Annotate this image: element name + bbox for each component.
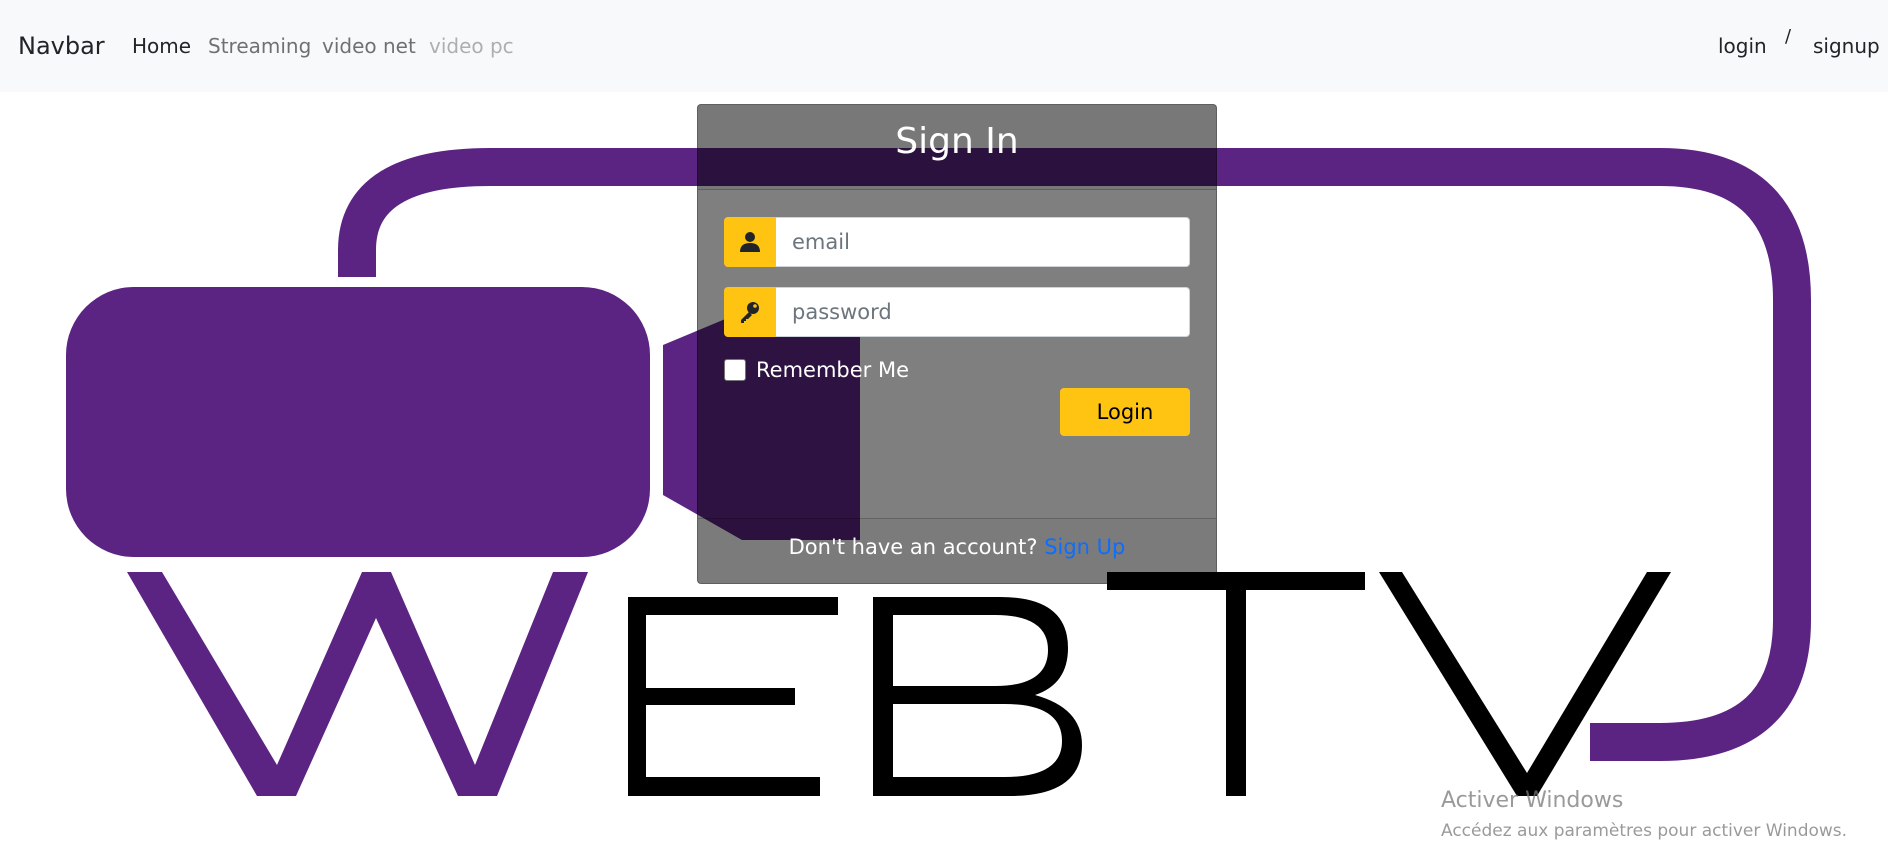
signin-title: Sign In xyxy=(698,105,1216,190)
logo-letter-w xyxy=(127,572,588,796)
signin-card: Sign In Remember Me Login Don't have an … xyxy=(697,104,1217,584)
key-icon xyxy=(724,287,776,337)
nav-link-video-net[interactable]: video net xyxy=(322,34,416,58)
navbar: Navbar Home Streaming video net video pc… xyxy=(0,0,1888,92)
signin-footer: Don't have an account? Sign Up xyxy=(698,518,1216,583)
windows-activation-title: Activer Windows xyxy=(1441,788,1624,813)
email-input[interactable] xyxy=(776,217,1190,267)
signup-prompt: Don't have an account? xyxy=(788,535,1038,559)
nav-signup-link[interactable]: signup xyxy=(1813,34,1880,58)
logo-letter-v xyxy=(1379,572,1671,796)
nav-link-video-pc: video pc xyxy=(429,34,514,58)
nav-link-home[interactable]: Home xyxy=(132,34,191,58)
user-icon xyxy=(724,217,776,267)
nav-login-link[interactable]: login xyxy=(1718,34,1767,58)
password-input[interactable] xyxy=(776,287,1190,337)
logo-camera-body xyxy=(66,287,650,557)
navbar-brand[interactable]: Navbar xyxy=(18,32,105,60)
password-input-group xyxy=(724,287,1190,337)
logo-letter-b xyxy=(873,597,1082,796)
email-input-group xyxy=(724,217,1190,267)
nav-separator: / xyxy=(1785,26,1792,47)
remember-me-checkbox[interactable] xyxy=(724,359,746,381)
remember-me-label: Remember Me xyxy=(756,358,909,382)
windows-activation-subtitle: Accédez aux paramètres pour activer Wind… xyxy=(1441,821,1848,841)
remember-me-row: Remember Me xyxy=(724,358,909,382)
logo-letter-e xyxy=(628,597,838,796)
login-button[interactable]: Login xyxy=(1060,388,1190,436)
signup-link[interactable]: Sign Up xyxy=(1044,535,1125,559)
nav-link-streaming[interactable]: Streaming xyxy=(208,34,311,58)
logo-letter-t xyxy=(1107,572,1365,796)
